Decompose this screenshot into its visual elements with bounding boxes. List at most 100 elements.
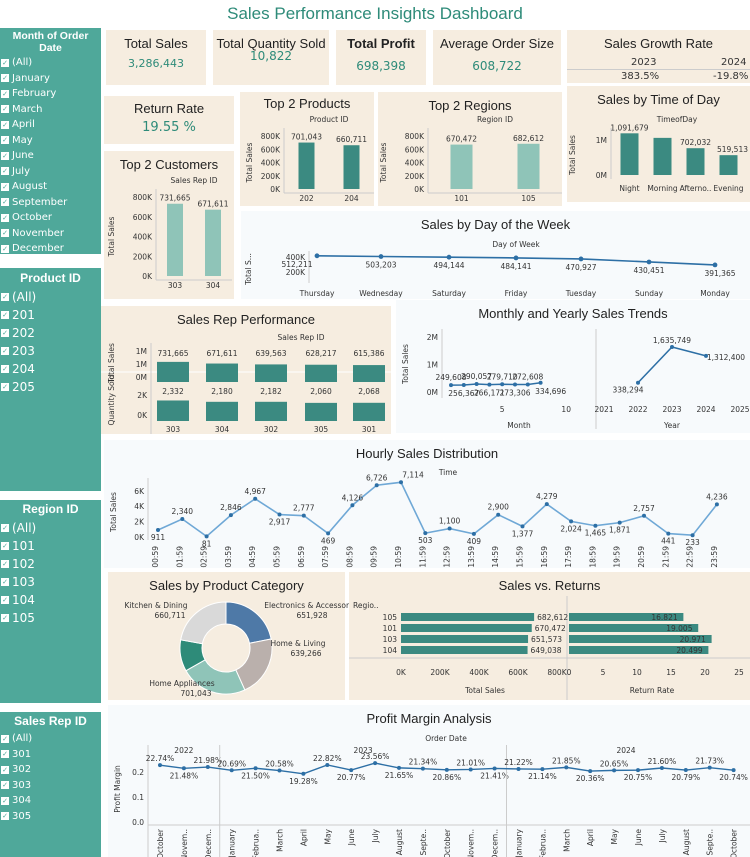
filter-option[interactable]: ✓ December (0, 241, 101, 257)
y-tick-label: 1M (136, 360, 147, 369)
filter-option-label: 303 (12, 779, 32, 791)
filter-option[interactable]: ✓ 305 (0, 809, 101, 825)
x-tick-label: 303 (166, 425, 181, 434)
row-label: 103 (383, 635, 398, 644)
x-axis-title: Day of Week (492, 240, 540, 249)
x-axis-title: Return Rate (630, 686, 675, 695)
bar-value-label: 671,611 (206, 349, 237, 358)
checkbox-checked-icon[interactable]: ✓ (1, 167, 9, 176)
checkbox-checked-icon[interactable]: ✓ (1, 74, 9, 83)
data-point (636, 380, 640, 385)
checkbox-checked-icon[interactable]: ✓ (1, 578, 9, 586)
checkbox-checked-icon[interactable]: ✓ (1, 596, 9, 604)
slice-value: 701,043 (180, 689, 211, 698)
checkbox-checked-icon[interactable]: ✓ (1, 542, 9, 550)
filter-option[interactable]: ✓ 202 (0, 324, 101, 342)
row-label: 101 (383, 624, 398, 633)
kpi-total-sales-value: 3,286,443 (128, 57, 184, 70)
x-tick-label: 10 (632, 668, 642, 677)
kpi-return-rate-label: Return Rate (133, 101, 205, 116)
x-tick-label: 600K (508, 668, 528, 677)
filter-option[interactable]: ✓ 302 (0, 762, 101, 778)
y-tick-label: 600K (405, 145, 425, 154)
x-tick-label: October (156, 828, 165, 857)
checkbox-checked-icon[interactable]: ✓ (1, 151, 9, 160)
y-tick-label: 800K (405, 132, 425, 141)
data-label: 21.41% (480, 771, 509, 780)
checkbox-checked-icon[interactable]: ✓ (1, 365, 9, 373)
checkbox-checked-icon[interactable]: ✓ (1, 244, 9, 253)
x-tick-label: 2023 (662, 405, 681, 414)
checkbox-checked-icon[interactable]: ✓ (1, 89, 9, 98)
filter-option[interactable]: ✓ 303 (0, 778, 101, 794)
filter-option-label: (All) (12, 57, 33, 69)
checkbox-checked-icon[interactable]: ✓ (1, 812, 9, 821)
checkbox-checked-icon[interactable]: ✓ (1, 293, 9, 301)
filter-option[interactable]: ✓ 104 (0, 591, 101, 609)
filter-option[interactable]: ✓ (All) (0, 519, 101, 537)
checkbox-checked-icon[interactable]: ✓ (1, 524, 9, 532)
filter-option[interactable]: ✓ July (0, 164, 101, 180)
filter-option[interactable]: ✓ (All) (0, 731, 101, 747)
checkbox-checked-icon[interactable]: ✓ (1, 734, 9, 743)
filter-option[interactable]: ✓ August (0, 179, 101, 195)
y-axis-title: Total Sales (379, 142, 388, 183)
checkbox-checked-icon[interactable]: ✓ (1, 781, 9, 790)
filter-option[interactable]: ✓ 205 (0, 378, 101, 396)
x-tick-label: 302 (264, 425, 279, 434)
filter-option[interactable]: ✓ October (0, 210, 101, 226)
filter-option[interactable]: ✓ 103 (0, 573, 101, 591)
checkbox-checked-icon[interactable]: ✓ (1, 182, 9, 191)
y-tick-label: 600K (133, 213, 153, 222)
filter-option[interactable]: ✓ (All) (0, 55, 101, 71)
filter-option[interactable]: ✓ 203 (0, 342, 101, 360)
checkbox-checked-icon[interactable]: ✓ (1, 136, 9, 145)
filter-option[interactable]: ✓ 105 (0, 609, 101, 627)
filter-option[interactable]: ✓ May (0, 133, 101, 149)
y-tick-label: 0.0 (132, 818, 144, 827)
filter-option[interactable]: ✓ 301 (0, 747, 101, 763)
checkbox-checked-icon[interactable]: ✓ (1, 105, 9, 114)
filter-option[interactable]: ✓ 204 (0, 360, 101, 378)
filter-option[interactable]: ✓ (All) (0, 288, 101, 306)
checkbox-checked-icon[interactable]: ✓ (1, 229, 9, 238)
checkbox-checked-icon[interactable]: ✓ (1, 198, 9, 207)
bar-value-label: 671,611 (197, 200, 228, 209)
filter-option[interactable]: ✓ April (0, 117, 101, 133)
filter-option-label: 204 (12, 362, 35, 376)
checkbox-checked-icon[interactable]: ✓ (1, 796, 9, 805)
checkbox-checked-icon[interactable]: ✓ (1, 614, 9, 622)
filter-option[interactable]: ✓ November (0, 226, 101, 242)
x-tick-label: 5 (500, 405, 505, 414)
data-point (707, 765, 712, 770)
data-label: 22.82% (313, 754, 342, 763)
checkbox-checked-icon[interactable]: ✓ (1, 58, 9, 67)
filter-option-label: 103 (12, 575, 35, 589)
filter-option[interactable]: ✓ 101 (0, 537, 101, 555)
card-timeofday: Sales by Time of Day TimeofDay Total Sale… (567, 86, 750, 202)
slice-name: Home & Living (270, 639, 325, 648)
filter-option[interactable]: ✓ 201 (0, 306, 101, 324)
filter-option[interactable]: ✓ 102 (0, 555, 101, 573)
bar (450, 144, 473, 189)
y-axis-title: Total Sales (568, 135, 577, 176)
filter-option[interactable]: ✓ March (0, 102, 101, 118)
checkbox-checked-icon[interactable]: ✓ (1, 383, 9, 391)
checkbox-checked-icon[interactable]: ✓ (1, 120, 9, 129)
checkbox-checked-icon[interactable]: ✓ (1, 765, 9, 774)
checkbox-checked-icon[interactable]: ✓ (1, 311, 9, 319)
x-tick-label: 15:59 (516, 546, 525, 568)
data-label: 512,211 (281, 260, 312, 269)
checkbox-checked-icon[interactable]: ✓ (1, 560, 9, 568)
filter-option[interactable]: ✓ 304 (0, 793, 101, 809)
checkbox-checked-icon[interactable]: ✓ (1, 347, 9, 355)
filter-option[interactable]: ✓ September (0, 195, 101, 211)
checkbox-checked-icon[interactable]: ✓ (1, 329, 9, 337)
filter-option[interactable]: ✓ February (0, 86, 101, 102)
category-chart: Electronics & Accessories651,928 Home & L… (124, 601, 359, 698)
data-label: 20.74% (719, 773, 748, 782)
checkbox-checked-icon[interactable]: ✓ (1, 750, 9, 759)
checkbox-checked-icon[interactable]: ✓ (1, 213, 9, 222)
filter-option[interactable]: ✓ January (0, 71, 101, 87)
filter-option[interactable]: ✓ June (0, 148, 101, 164)
